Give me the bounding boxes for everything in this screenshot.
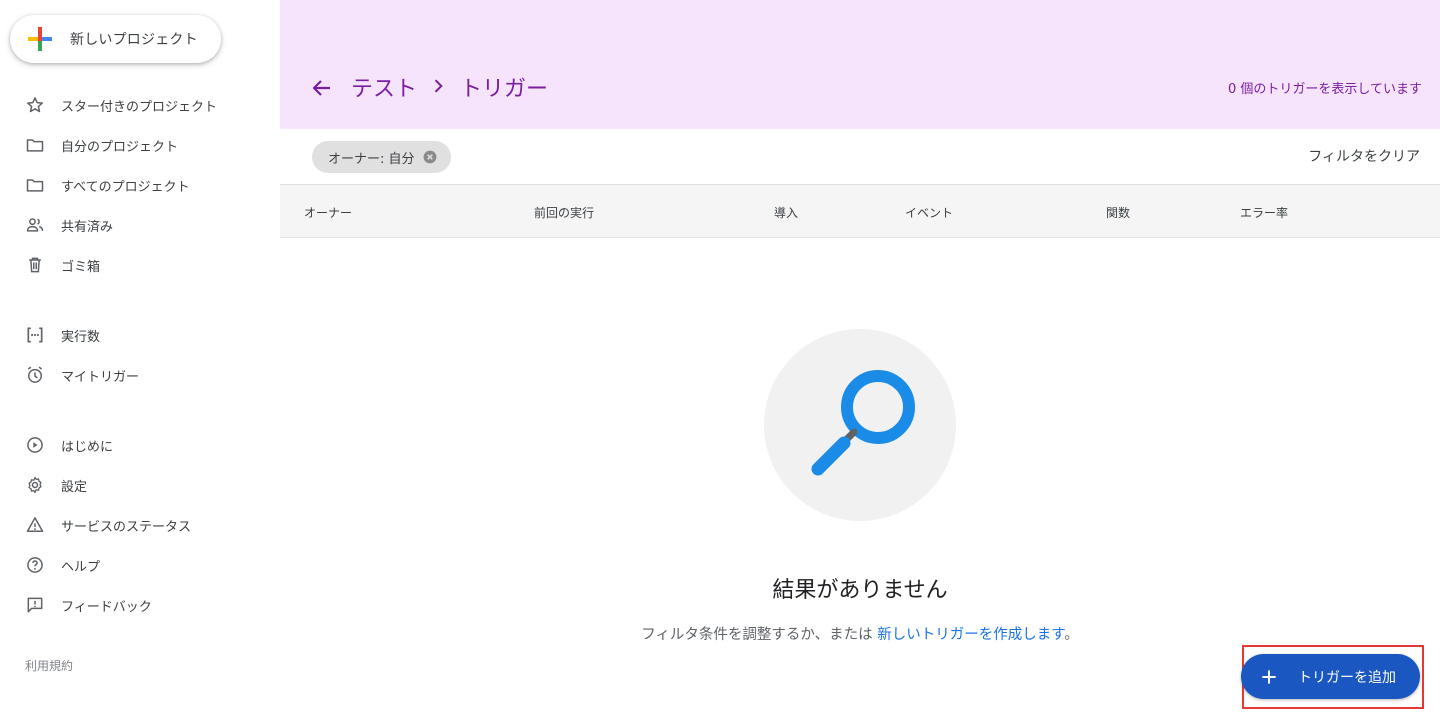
star-icon [27, 97, 43, 113]
column-header-deployment[interactable]: 導入 [774, 204, 798, 221]
sidebar-item-all-projects[interactable]: すべてのプロジェクト [0, 165, 280, 205]
gear-icon [28, 476, 42, 494]
sidebar-item-label: はじめに [61, 439, 114, 455]
sidebar: 新しいプロジェクト スター付きのプロジェクト 自分のプロジェクト すべてのプロジ… [0, 0, 280, 715]
sidebar-item-service-status[interactable]: サービスのステータス [0, 505, 280, 545]
colorful-plus-icon [28, 27, 52, 51]
column-header-event[interactable]: イベント [905, 204, 953, 221]
empty-subtitle-prefix: フィルタ条件を調整するか、または [641, 627, 878, 643]
sidebar-item-label: ゴミ箱 [61, 259, 101, 275]
play-circle-icon [27, 437, 43, 453]
close-icon[interactable] [423, 150, 437, 164]
owner-filter-chip[interactable]: オーナー: 自分 [312, 141, 451, 173]
column-header-last-run[interactable]: 前回の実行 [534, 204, 594, 221]
sidebar-item-my-projects[interactable]: 自分のプロジェクト [0, 125, 280, 165]
trigger-count-text: 0 個のトリガーを表示しています [1227, 82, 1422, 97]
sidebar-item-label: サービスのステータス [61, 519, 192, 535]
warning-icon [26, 517, 44, 532]
back-arrow-icon[interactable] [310, 76, 334, 100]
add-trigger-button[interactable]: トリガーを追加 [1241, 654, 1420, 699]
sidebar-item-label: マイトリガー [61, 369, 140, 385]
plus-icon [1262, 669, 1276, 684]
page-title: トリガー [460, 77, 549, 102]
alarm-icon [27, 366, 43, 383]
magnifier-icon [811, 370, 915, 476]
sidebar-item-starred[interactable]: スター付きのプロジェクト [0, 85, 280, 125]
empty-state-illustration [764, 329, 956, 521]
create-trigger-link[interactable]: 新しいトリガーを作成します [877, 627, 1064, 643]
folder-icon [26, 179, 44, 192]
executions-icon [27, 327, 43, 343]
breadcrumb-project[interactable]: テスト [351, 71, 417, 103]
column-header-function[interactable]: 関数 [1106, 204, 1130, 221]
sidebar-item-executions[interactable]: 実行数 [0, 315, 280, 355]
filter-chip-label: オーナー: 自分 [328, 151, 415, 167]
clear-filter-button[interactable]: フィルタをクリア [1308, 146, 1420, 166]
sidebar-item-label: 共有済み [61, 219, 114, 235]
sidebar-item-shared[interactable]: 共有済み [0, 205, 280, 245]
table-header: オーナー 前回の実行 導入 イベント 関数 エラー率 [280, 184, 1440, 238]
new-project-button[interactable]: 新しいプロジェクト [10, 15, 221, 63]
trash-icon [29, 257, 41, 273]
terms-link[interactable]: 利用規約 [25, 657, 73, 674]
empty-subtitle-suffix: 。 [1064, 627, 1079, 643]
sidebar-nav-mid: 実行数 マイトリガー [0, 315, 280, 395]
sidebar-item-label: 設定 [61, 479, 88, 495]
people-icon [26, 218, 44, 232]
add-trigger-label: トリガーを追加 [1298, 669, 1396, 686]
sidebar-item-settings[interactable]: 設定 [0, 465, 280, 505]
column-header-error-rate[interactable]: エラー率 [1240, 204, 1288, 221]
column-header-owner[interactable]: オーナー [304, 204, 352, 221]
folder-icon [26, 139, 44, 152]
sidebar-nav-top: スター付きのプロジェクト 自分のプロジェクト すべてのプロジェクト 共有済み ゴ… [0, 85, 280, 285]
sidebar-item-label: 自分のプロジェクト [61, 139, 179, 155]
sidebar-item-label: すべてのプロジェクト [61, 179, 190, 195]
empty-state-subtitle: フィルタ条件を調整するか、または 新しいトリガーを作成します。 [0, 623, 1440, 644]
empty-state-title: 結果がありません [772, 578, 948, 603]
page-header: テスト トリガー 0 個のトリガーを表示しています [280, 0, 1440, 129]
sidebar-item-trash[interactable]: ゴミ箱 [0, 245, 280, 285]
sidebar-item-label: スター付きのプロジェクト [61, 99, 218, 115]
chevron-right-icon [434, 79, 443, 93]
new-project-label: 新しいプロジェクト [70, 32, 198, 48]
sidebar-item-my-triggers[interactable]: マイトリガー [0, 355, 280, 395]
sidebar-item-getting-started[interactable]: はじめに [0, 425, 280, 465]
sidebar-item-label: 実行数 [61, 329, 101, 345]
